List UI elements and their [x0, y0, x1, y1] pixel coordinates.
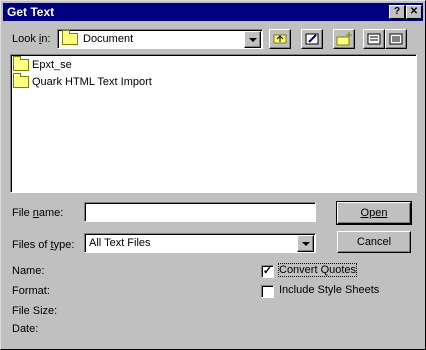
include-style-sheets-label[interactable]: Include Style Sheets — [279, 284, 379, 296]
folder-icon — [62, 30, 81, 46]
title-bar[interactable]: Get Text ? ✕ — [3, 3, 423, 21]
list-view-icon[interactable] — [363, 29, 385, 49]
folder-icon — [13, 56, 32, 72]
files-of-type-dropdown[interactable]: All Text Files — [84, 233, 316, 253]
details-view-icon[interactable] — [385, 29, 407, 49]
folder-icon — [13, 73, 32, 89]
get-text-dialog: Get Text ? ✕ Look in: Document Epxt_se Q… — [0, 0, 426, 350]
list-item[interactable]: Epxt_se — [13, 56, 72, 72]
info-size-label: File Size: — [12, 305, 58, 317]
files-of-type-value: All Text Files — [89, 237, 151, 249]
help-button[interactable]: ? — [389, 5, 405, 19]
files-of-type-label: Files of type: — [12, 239, 75, 251]
new-folder-icon[interactable] — [333, 29, 355, 49]
info-date-label: Date: — [12, 323, 39, 335]
look-in-value: Document — [83, 33, 134, 45]
file-name: Quark HTML Text Import — [32, 76, 152, 88]
desktop-icon[interactable] — [301, 29, 323, 49]
look-in-dropdown[interactable]: Document — [57, 29, 263, 49]
file-name: Epxt_se — [32, 59, 72, 71]
info-format-label: Format: — [12, 285, 50, 297]
cancel-button[interactable]: Cancel — [337, 231, 411, 253]
list-item[interactable]: Quark HTML Text Import — [13, 73, 152, 89]
up-one-level-icon[interactable] — [269, 29, 291, 49]
look-in-label: Look in: — [12, 33, 51, 45]
file-name-label: File name: — [12, 207, 64, 219]
close-button[interactable]: ✕ — [406, 5, 422, 19]
convert-quotes-checkbox[interactable]: ✓ — [261, 265, 274, 278]
cancel-button-label: Cancel — [356, 236, 392, 248]
chevron-down-icon[interactable] — [244, 31, 261, 48]
file-list[interactable]: Epxt_se Quark HTML Text Import — [10, 54, 417, 193]
chevron-down-icon[interactable] — [297, 235, 314, 252]
convert-quotes-label[interactable]: Convert Quotes — [277, 263, 358, 277]
open-button[interactable]: Open — [336, 201, 412, 225]
open-button-label: Open — [360, 207, 388, 219]
include-style-sheets-checkbox[interactable] — [261, 285, 274, 298]
file-name-input[interactable] — [84, 202, 316, 222]
dialog-title: Get Text — [7, 5, 55, 19]
info-name-label: Name: — [12, 265, 45, 277]
